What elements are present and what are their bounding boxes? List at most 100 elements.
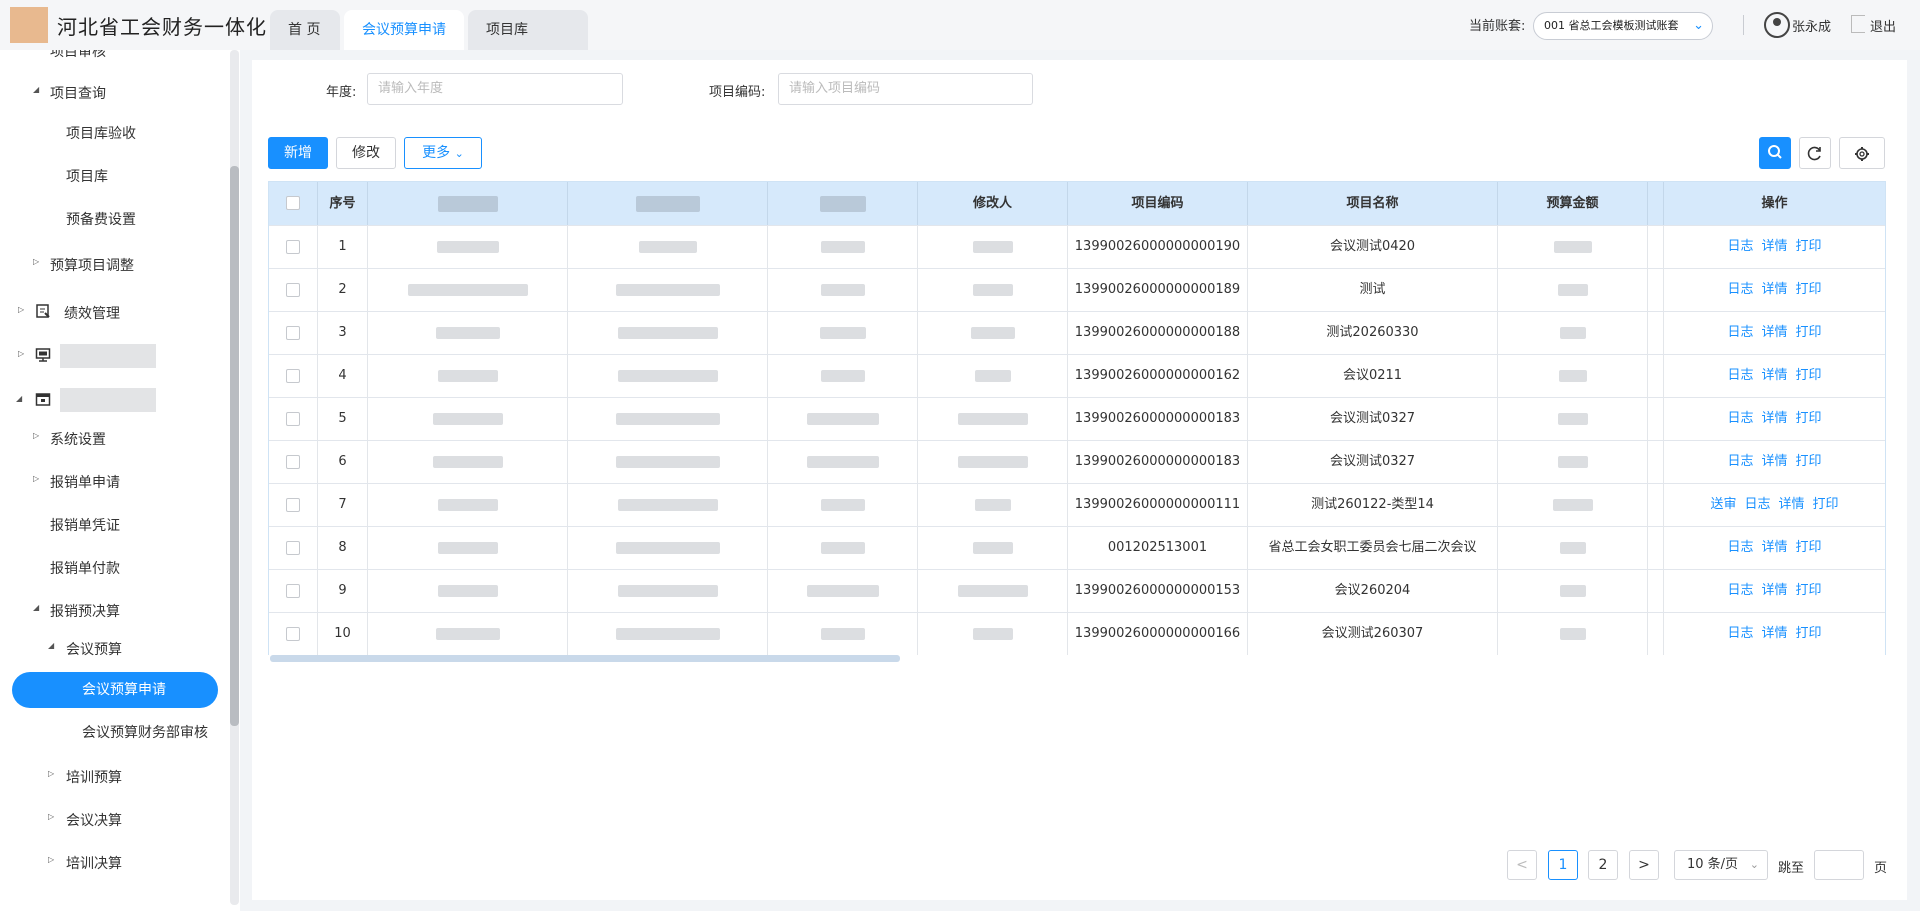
action-link[interactable]: 打印	[1796, 368, 1822, 383]
sidebar-item-training-budget[interactable]: 培训预算	[66, 767, 122, 787]
search-button[interactable]	[1759, 137, 1791, 169]
action-link[interactable]: 详情	[1761, 626, 1787, 641]
action-link[interactable]: 日志	[1727, 454, 1753, 469]
select-all-checkbox[interactable]	[286, 196, 300, 210]
table-row[interactable]: 4 13990026000000000162 会议0211 日志 详情 打印	[269, 354, 1885, 397]
sidebar-item-project-library[interactable]: 项目库	[66, 166, 108, 186]
header-divider	[1743, 15, 1744, 35]
action-link[interactable]: 详情	[1761, 411, 1787, 426]
action-link[interactable]: 打印	[1813, 497, 1839, 512]
tab-meeting-budget-apply[interactable]: 会议预算申请	[344, 10, 464, 50]
row-checkbox[interactable]	[286, 326, 300, 340]
row-checkbox[interactable]	[286, 455, 300, 469]
refresh-button[interactable]	[1799, 137, 1831, 169]
action-link[interactable]: 打印	[1796, 325, 1822, 340]
page-2-button[interactable]: 2	[1588, 850, 1618, 880]
sidebar-item-project-audit[interactable]: 项目审核	[50, 50, 106, 61]
sidebar-scrollbar-thumb[interactable]	[230, 166, 239, 726]
project-code-input[interactable]: 请输入项目编码	[778, 73, 1033, 105]
action-link[interactable]: 日志	[1727, 325, 1753, 340]
sidebar-item-meeting-budget-finance-review[interactable]: 会议预算财务部审核	[82, 722, 208, 742]
action-link[interactable]: 详情	[1761, 454, 1787, 469]
collapsed-triangle-icon: ▷	[33, 431, 40, 440]
redacted-cell	[918, 613, 1068, 655]
sidebar-item-budget-adjust[interactable]: 预算项目调整	[50, 255, 134, 275]
table-row[interactable]: 6 13990026000000000183 会议测试0327 日志 详情 打印	[269, 440, 1885, 483]
table-row[interactable]: 3 13990026000000000188 测试20260330 日志 详情 打印	[269, 311, 1885, 354]
action-link[interactable]: 打印	[1796, 540, 1822, 555]
sidebar-item-meeting-budget-apply[interactable]: 会议预算申请	[12, 672, 218, 708]
row-project-code: 13990026000000000190	[1068, 226, 1248, 268]
action-link[interactable]: 打印	[1796, 583, 1822, 598]
logout-icon[interactable]	[1851, 15, 1865, 33]
user-name[interactable]: 张永成	[1792, 16, 1831, 35]
row-checkbox[interactable]	[286, 240, 300, 254]
add-button[interactable]: 新增	[268, 137, 328, 169]
action-link[interactable]: 打印	[1796, 239, 1822, 254]
table-horizontal-scrollbar[interactable]	[270, 655, 900, 662]
sidebar-item-performance[interactable]: 绩效管理	[64, 303, 120, 323]
table-row[interactable]: 5 13990026000000000183 会议测试0327 日志 详情 打印	[269, 397, 1885, 440]
action-link[interactable]: 打印	[1796, 626, 1822, 641]
sidebar-item-system-settings[interactable]: 系统设置	[50, 429, 106, 449]
table-row[interactable]: 1 13990026000000000190 会议测试0420 日志 详情 打印	[269, 225, 1885, 268]
action-link[interactable]: 日志	[1727, 239, 1753, 254]
action-link[interactable]: 打印	[1796, 454, 1822, 469]
sidebar-item-reimburse-voucher[interactable]: 报销单凭证	[50, 515, 120, 535]
more-button[interactable]: 更多 ⌄	[404, 137, 482, 169]
table-row[interactable]: 8 001202513001 省总工会女职工委员会七届二次会议 日志 详情 打印	[269, 526, 1885, 569]
row-checkbox[interactable]	[286, 498, 300, 512]
action-link[interactable]: 详情	[1761, 282, 1787, 297]
tab-home[interactable]: 首 页	[270, 10, 340, 50]
account-select[interactable]: 001 省总工会模板测试账套 ⌄	[1533, 12, 1713, 40]
table-row[interactable]: 7 13990026000000000111 测试260122-类型14 送审 日志 详情…	[269, 483, 1885, 526]
action-link[interactable]: 日志	[1744, 497, 1770, 512]
action-link[interactable]: 详情	[1761, 239, 1787, 254]
table-row[interactable]: 2 13990026000000000189 测试 日志 详情 打印	[269, 268, 1885, 311]
action-link[interactable]: 日志	[1727, 411, 1753, 426]
row-checkbox[interactable]	[286, 627, 300, 641]
sidebar-item-meeting-final[interactable]: 会议决算	[66, 810, 122, 830]
action-link[interactable]: 送审	[1710, 497, 1736, 512]
action-link[interactable]: 详情	[1761, 325, 1787, 340]
action-link[interactable]: 详情	[1761, 583, 1787, 598]
action-link[interactable]: 打印	[1796, 411, 1822, 426]
sidebar-item-reimburse-apply[interactable]: 报销单申请	[50, 472, 120, 492]
column-settings-button[interactable]	[1839, 137, 1885, 169]
sidebar-item-reimburse-budget[interactable]: 报销预决算	[50, 601, 120, 621]
sidebar-item-meeting-budget[interactable]: 会议预算	[66, 639, 122, 659]
sidebar-item-reimburse-payment[interactable]: 报销单付款	[50, 558, 120, 578]
tab-project-library[interactable]: 项目库	[468, 10, 588, 50]
prev-page-button[interactable]: <	[1507, 850, 1537, 880]
row-checkbox[interactable]	[286, 283, 300, 297]
row-checkbox[interactable]	[286, 541, 300, 555]
account-value: 001 省总工会模板测试账套	[1544, 19, 1679, 32]
action-link[interactable]: 详情	[1779, 497, 1805, 512]
page-scrollbar-track[interactable]	[1908, 50, 1918, 905]
next-page-button[interactable]: >	[1629, 850, 1659, 880]
year-input[interactable]: 请输入年度	[367, 73, 623, 105]
table-row[interactable]: 10 13990026000000000166 会议测试260307 日志 详情 打印	[269, 612, 1885, 655]
action-link[interactable]: 日志	[1727, 626, 1753, 641]
sidebar-item-project-acceptance[interactable]: 项目库验收	[66, 123, 136, 143]
action-link[interactable]: 详情	[1761, 540, 1787, 555]
edit-button[interactable]: 修改	[336, 137, 396, 169]
page-1-button[interactable]: 1	[1548, 850, 1578, 880]
jump-page-input[interactable]	[1814, 850, 1864, 880]
user-avatar-icon[interactable]	[1764, 12, 1790, 38]
table-row[interactable]: 9 13990026000000000153 会议260204 日志 详情 打印	[269, 569, 1885, 612]
row-checkbox[interactable]	[286, 369, 300, 383]
sidebar-item-training-final[interactable]: 培训决算	[66, 853, 122, 873]
sidebar-item-reserve-settings[interactable]: 预备费设置	[66, 209, 136, 229]
page-size-select[interactable]: 10 条/页 ⌄	[1674, 850, 1768, 880]
row-checkbox[interactable]	[286, 584, 300, 598]
action-link[interactable]: 日志	[1727, 540, 1753, 555]
action-link[interactable]: 日志	[1727, 583, 1753, 598]
row-checkbox[interactable]	[286, 412, 300, 426]
action-link[interactable]: 日志	[1727, 282, 1753, 297]
logout-button[interactable]: 退出	[1870, 16, 1896, 35]
sidebar-item-project-query[interactable]: 项目查询	[50, 83, 106, 103]
action-link[interactable]: 详情	[1761, 368, 1787, 383]
action-link[interactable]: 打印	[1796, 282, 1822, 297]
action-link[interactable]: 日志	[1727, 368, 1753, 383]
